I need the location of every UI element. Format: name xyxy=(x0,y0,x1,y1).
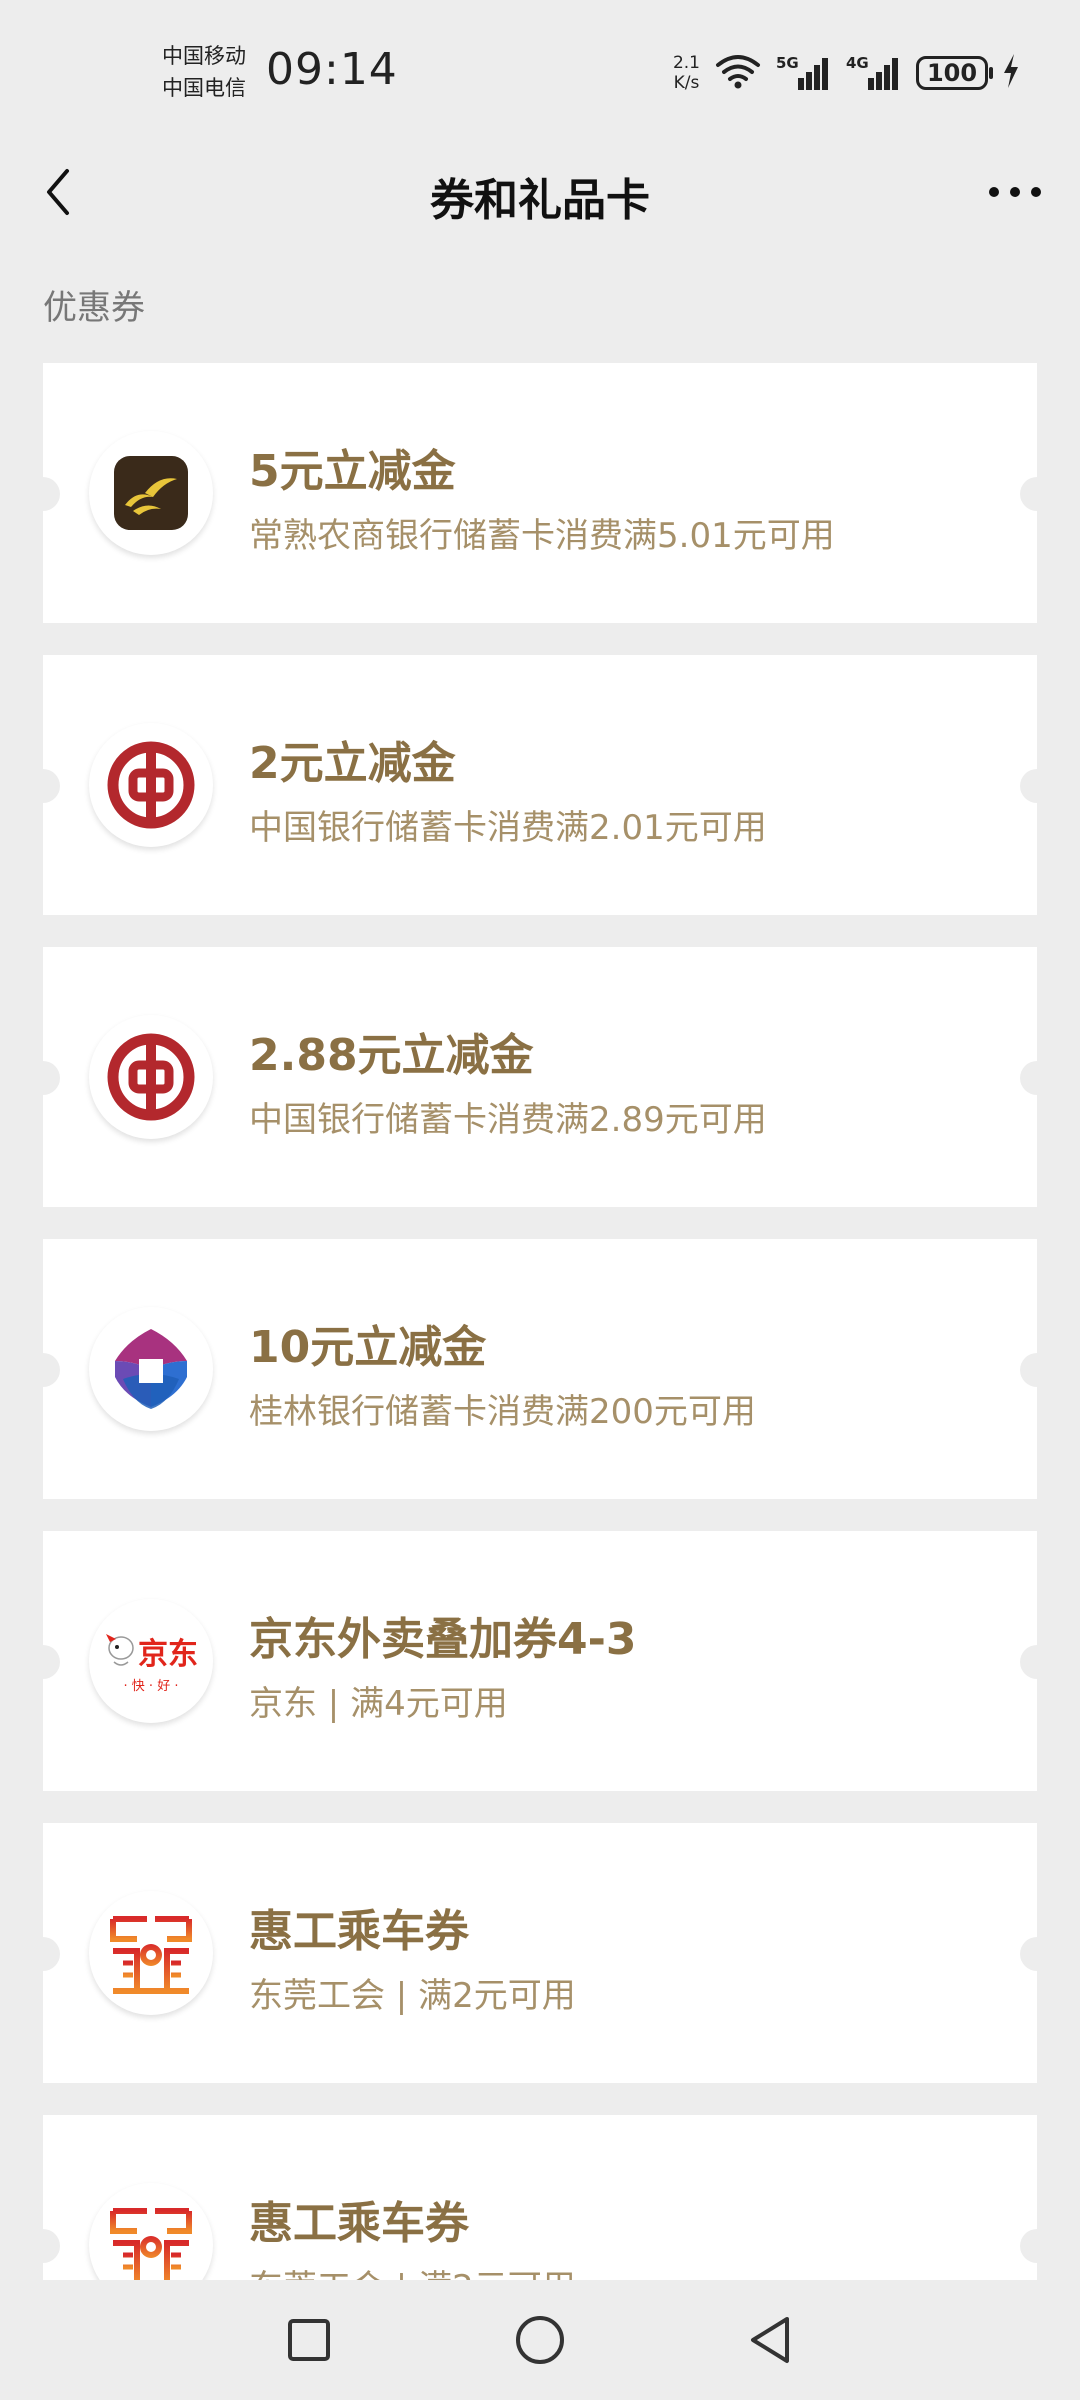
coupon-desc: 桂林银行储蓄卡消费满200元可用 xyxy=(249,1392,756,1432)
jd-mascot-icon xyxy=(106,1633,134,1666)
coupon-desc: 常熟农商银行储蓄卡消费满5.01元可用 xyxy=(249,516,835,556)
carrier-2: 中国电信 xyxy=(162,76,246,100)
recent-apps-square-icon xyxy=(288,2319,330,2361)
coupon-title: 惠工乘车券 xyxy=(249,2198,469,2249)
net-speed: 2.1 K/s xyxy=(673,53,700,93)
recent-apps-button[interactable] xyxy=(279,2310,339,2370)
coupon-card[interactable]: 惠工乘车券 东莞工会 | 满2元可用 xyxy=(43,1823,1037,2083)
page-title: 券和礼品卡 xyxy=(430,175,650,226)
back-nav-button[interactable] xyxy=(740,2310,800,2370)
home-button[interactable] xyxy=(510,2310,570,2370)
battery-level: 100 xyxy=(926,59,978,87)
coupon-title: 2.88元立减金 xyxy=(249,1030,534,1081)
coupon-title: 5元立减金 xyxy=(249,446,456,497)
coupon-desc: 东莞工会 | 满2元可用 xyxy=(249,2260,576,2280)
coupon-title: 京东外卖叠加券4-3 xyxy=(249,1614,637,1665)
more-button[interactable] xyxy=(980,164,1050,220)
coupon-desc: 东莞工会 | 满2元可用 xyxy=(249,1976,576,2016)
coupon-card[interactable]: 5元立减金 常熟农商银行储蓄卡消费满5.01元可用 xyxy=(43,363,1037,623)
bank-of-china-logo xyxy=(89,723,213,847)
dongguan-union-logo xyxy=(89,2183,213,2280)
back-triangle-icon xyxy=(751,2317,789,2363)
bank-of-china-logo xyxy=(89,1015,213,1139)
jd-logo: 京东 · 快 · 好 · xyxy=(89,1599,213,1723)
nav-bar: 券和礼品卡 xyxy=(0,150,1080,234)
charging-icon xyxy=(1002,52,1020,94)
system-nav-bar xyxy=(0,2280,1080,2400)
coupon-title: 10元立减金 xyxy=(249,1322,487,1373)
coupon-card[interactable]: 2元立减金 中国银行储蓄卡消费满2.01元可用 xyxy=(43,655,1037,915)
section-label-coupons: 优惠券 xyxy=(43,288,145,328)
coupon-desc: 中国银行储蓄卡消费满2.89元可用 xyxy=(249,1100,767,1140)
coupon-desc: 京东 | 满4元可用 xyxy=(249,1684,508,1724)
clock: 09:14 xyxy=(266,44,398,95)
status-bar: 中国移动 中国电信 09:14 2.1 K/s 5G 4G 100 xyxy=(0,0,1080,150)
net-speed-unit: K/s xyxy=(673,73,700,93)
jd-logo-text: 京东 xyxy=(138,1636,198,1672)
changshu-rural-bank-logo xyxy=(89,431,213,555)
guilin-bank-logo xyxy=(89,1307,213,1431)
dongguan-union-logo xyxy=(89,1891,213,2015)
net-speed-value: 2.1 xyxy=(672,53,700,73)
battery-icon: 100 xyxy=(916,56,993,90)
carrier-names: 中国移动 中国电信 xyxy=(162,40,246,104)
coupon-title: 2元立减金 xyxy=(249,738,456,789)
coupon-title: 惠工乘车券 xyxy=(249,1906,469,1957)
coupon-card[interactable]: 10元立减金 桂林银行储蓄卡消费满200元可用 xyxy=(43,1239,1037,1499)
status-icons: 2.1 K/s 5G 4G 100 xyxy=(673,48,1020,98)
carrier-1: 中国移动 xyxy=(162,44,246,68)
signal-5g-icon: 5G xyxy=(776,54,832,92)
home-circle-icon xyxy=(516,2316,564,2364)
coupon-card[interactable]: 2.88元立减金 中国银行储蓄卡消费满2.89元可用 xyxy=(43,947,1037,1207)
coupon-desc: 中国银行储蓄卡消费满2.01元可用 xyxy=(249,808,767,848)
more-dots-icon xyxy=(989,187,1041,197)
wifi-icon xyxy=(714,53,762,93)
coupon-card[interactable]: 京东 · 快 · 好 · 京东外卖叠加券4-3 京东 | 满4元可用 xyxy=(43,1531,1037,1791)
jd-logo-subtext: · 快 · 好 · xyxy=(123,1678,179,1694)
coupon-card[interactable]: 惠工乘车券 东莞工会 | 满2元可用 xyxy=(43,2115,1037,2280)
coupon-list: 5元立减金 常熟农商银行储蓄卡消费满5.01元可用 2元立减金 中国银行储蓄卡消… xyxy=(43,363,1037,2280)
signal-4g-icon: 4G xyxy=(846,54,902,92)
